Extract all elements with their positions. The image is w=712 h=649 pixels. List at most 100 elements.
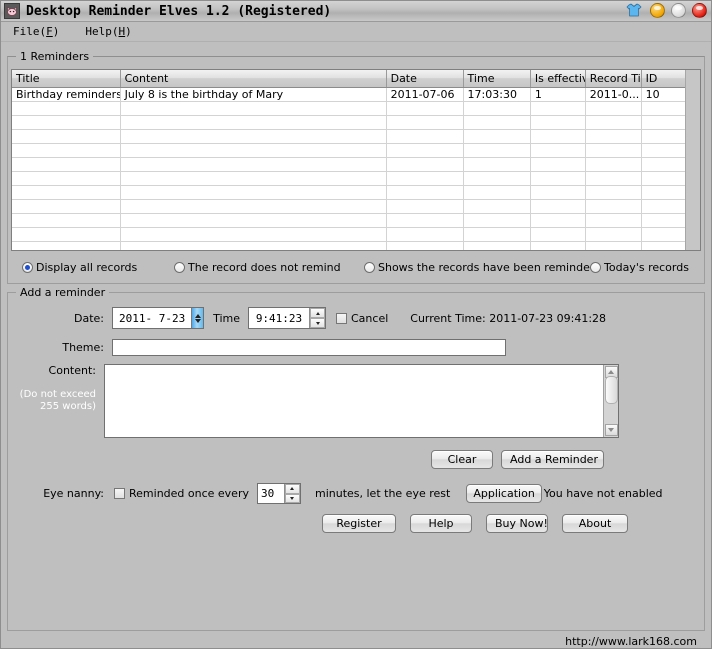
column-header-date[interactable]: Date: [387, 70, 464, 87]
cell-empty: [387, 144, 464, 157]
cell-empty: [121, 214, 387, 227]
checkbox-indicator-icon: [114, 488, 125, 499]
cell-empty: [642, 116, 685, 129]
footer-url[interactable]: http://www.lark168.com: [1, 631, 711, 648]
application-window: Desktop Reminder Elves 1.2 (Registered) …: [0, 0, 712, 649]
close-button[interactable]: [692, 3, 707, 18]
menu-item-file[interactable]: File(F): [11, 24, 61, 39]
interval-spinner[interactable]: 30: [256, 483, 301, 504]
content-textarea-body[interactable]: [105, 365, 603, 437]
radio-label: Today's records: [604, 260, 689, 274]
minimize-button[interactable]: [650, 3, 665, 18]
window-title: Desktop Reminder Elves 1.2 (Registered): [26, 3, 332, 19]
cell-empty: [642, 158, 685, 171]
column-header-iseffective[interactable]: Is effectiv: [531, 70, 586, 87]
radio-todays-records[interactable]: Today's records: [590, 261, 689, 274]
content-textarea[interactable]: [104, 364, 619, 438]
chevron-up-icon[interactable]: [194, 313, 201, 318]
current-time-text: Current Time: 2011-07-23 09:41:28: [410, 311, 607, 325]
cell-empty: [121, 228, 387, 241]
table-vertical-scrollbar[interactable]: [685, 70, 700, 250]
scroll-down-button[interactable]: [604, 424, 618, 436]
cell-empty: [464, 200, 531, 213]
maximize-button[interactable]: [671, 3, 686, 18]
filter-radio-group: Display all records The record does not …: [8, 255, 704, 279]
column-header-recordtime[interactable]: Record Tir: [586, 70, 642, 87]
chevron-down-icon[interactable]: [194, 318, 201, 323]
checkbox-indicator-icon: [336, 312, 347, 324]
cell-empty: [531, 242, 586, 250]
cell-empty: [586, 158, 642, 171]
application-button[interactable]: Application: [466, 484, 542, 503]
cell-empty: [586, 172, 642, 185]
chevron-up-icon: [608, 370, 614, 374]
radio-record-does-not-remind[interactable]: The record does not remind: [174, 261, 360, 274]
cell-empty: [121, 242, 387, 250]
cell-empty: [12, 242, 121, 250]
table-row-empty[interactable]: [12, 214, 685, 228]
reminded-interval-checkbox[interactable]: Reminded once every: [114, 487, 249, 500]
chevron-up-icon: [315, 311, 320, 315]
table-row-empty[interactable]: [12, 116, 685, 130]
cell-empty: [586, 186, 642, 199]
cell-empty: [531, 186, 586, 199]
date-input[interactable]: 2011- 7-23: [113, 308, 192, 328]
table-row-empty[interactable]: [12, 200, 685, 214]
interval-spinner-buttons[interactable]: [283, 484, 300, 503]
cell-empty: [387, 116, 464, 129]
column-header-content[interactable]: Content: [121, 70, 387, 87]
spinner-up-button[interactable]: [310, 308, 325, 318]
spinner-up-button[interactable]: [284, 484, 300, 494]
buy-now-button[interactable]: Buy Now!: [486, 514, 548, 533]
table-row-empty[interactable]: [12, 172, 685, 186]
cell-empty: [12, 102, 121, 115]
spinner-down-button[interactable]: [284, 493, 300, 503]
interval-input[interactable]: 30: [257, 484, 284, 503]
table-row-empty[interactable]: [12, 242, 685, 250]
date-spinner[interactable]: 2011- 7-23: [112, 307, 204, 329]
table-row-empty[interactable]: [12, 130, 685, 144]
table-row-empty[interactable]: [12, 186, 685, 200]
table-row-empty[interactable]: [12, 158, 685, 172]
time-spinner-buttons[interactable]: [309, 308, 325, 328]
table-row[interactable]: Birthday reminders July 8 is the birthda…: [12, 88, 685, 102]
column-header-id[interactable]: ID: [642, 70, 685, 87]
cell-empty: [464, 186, 531, 199]
column-header-time[interactable]: Time: [464, 70, 531, 87]
time-input[interactable]: 9:41:23: [249, 308, 309, 328]
menu-item-help[interactable]: Help(H): [83, 24, 133, 39]
cancel-checkbox[interactable]: Cancel: [336, 312, 388, 325]
cell-empty: [387, 214, 464, 227]
cell-empty: [531, 172, 586, 185]
radio-display-all-records[interactable]: Display all records: [22, 261, 170, 274]
cell-empty: [121, 200, 387, 213]
theme-input[interactable]: [112, 339, 506, 356]
about-button[interactable]: About: [562, 514, 628, 533]
table-row-empty[interactable]: [12, 102, 685, 116]
add-reminder-button[interactable]: Add a Reminder: [501, 450, 604, 469]
table-row-empty[interactable]: [12, 144, 685, 158]
help-button[interactable]: Help: [410, 514, 472, 533]
spinner-down-button[interactable]: [310, 318, 325, 328]
shirt-icon[interactable]: [626, 3, 642, 18]
date-spinner-buttons[interactable]: [191, 308, 203, 328]
column-header-title[interactable]: Title: [12, 70, 121, 87]
cell-empty: [387, 242, 464, 250]
radio-records-reminded[interactable]: Shows the records have been reminded: [364, 261, 597, 274]
radio-label: Display all records: [36, 260, 138, 274]
table-row-empty[interactable]: [12, 228, 685, 242]
cell-recordtime: 2011-0...: [586, 88, 642, 101]
time-spinner[interactable]: 9:41:23: [248, 307, 326, 329]
cell-empty: [12, 200, 121, 213]
reminders-table[interactable]: Title Content Date Time Is effectiv Reco…: [11, 69, 701, 251]
cell-empty: [531, 130, 586, 143]
content-vertical-scrollbar[interactable]: [603, 365, 618, 437]
cell-empty: [586, 242, 642, 250]
cell-empty: [387, 200, 464, 213]
cell-empty: [387, 186, 464, 199]
scrollbar-thumb[interactable]: [604, 376, 618, 404]
cell-empty: [642, 144, 685, 157]
clear-button[interactable]: Clear: [431, 450, 493, 469]
register-button[interactable]: Register: [322, 514, 396, 533]
cell-empty: [12, 116, 121, 129]
